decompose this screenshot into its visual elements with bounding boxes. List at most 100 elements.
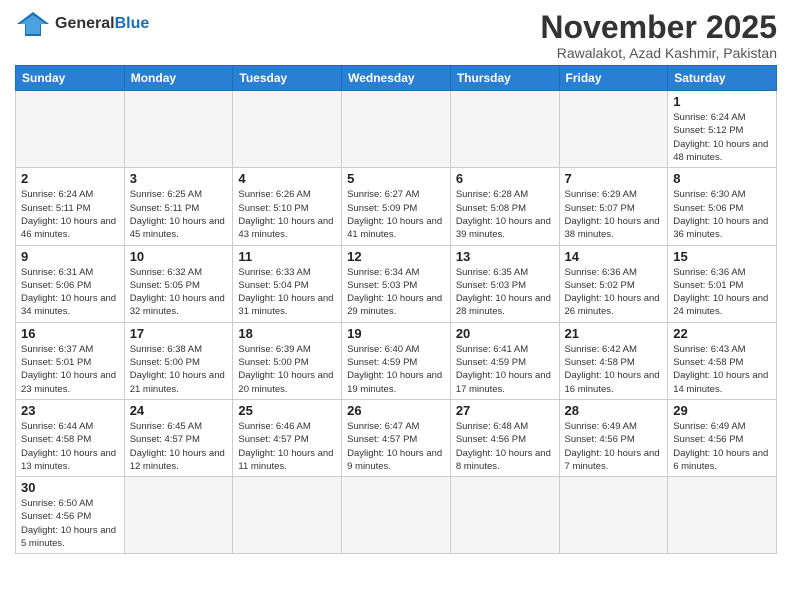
day-number: 1 <box>673 94 771 109</box>
calendar-cell: 30Sunrise: 6:50 AM Sunset: 4:56 PM Dayli… <box>16 477 125 554</box>
logo-text: GeneralBlue <box>55 15 149 33</box>
day-number: 24 <box>130 403 228 418</box>
day-number: 26 <box>347 403 445 418</box>
calendar-cell: 13Sunrise: 6:35 AM Sunset: 5:03 PM Dayli… <box>450 245 559 322</box>
day-number: 20 <box>456 326 554 341</box>
calendar-cell: 3 Sunrise: 6:25 AM Sunset: 5:11 PM Daylig… <box>124 168 233 245</box>
day-number: 11 <box>238 249 336 264</box>
calendar-week-6: 30Sunrise: 6:50 AM Sunset: 4:56 PM Dayli… <box>16 477 777 554</box>
day-number: 17 <box>130 326 228 341</box>
calendar-cell: 27Sunrise: 6:48 AM Sunset: 4:56 PM Dayli… <box>450 399 559 476</box>
calendar-cell: 26 Sunrise: 6:47 AM Sunset: 4:57 PM Dayli… <box>342 399 451 476</box>
calendar-title: November 2025 <box>540 10 777 45</box>
calendar-cell <box>559 91 668 168</box>
calendar-cell: 24Sunrise: 6:45 AM Sunset: 4:57 PM Dayli… <box>124 399 233 476</box>
page: GeneralBlue November 2025 Rawalakot, Aza… <box>0 0 792 564</box>
day-number: 22 <box>673 326 771 341</box>
logo-area: GeneralBlue <box>15 10 149 38</box>
day-info: Sunrise: 6:40 AM Sunset: 4:59 PM Dayligh… <box>347 343 445 396</box>
calendar-cell: 28 Sunrise: 6:49 AM Sunset: 4:56 PM Dayli… <box>559 399 668 476</box>
day-info: Sunrise: 6:31 AM Sunset: 5:06 PM Dayligh… <box>21 266 119 319</box>
calendar-week-5: 23Sunrise: 6:44 AM Sunset: 4:58 PM Dayli… <box>16 399 777 476</box>
calendar-cell: 11 Sunrise: 6:33 AM Sunset: 5:04 PM Dayli… <box>233 245 342 322</box>
day-number: 9 <box>21 249 119 264</box>
day-number: 10 <box>130 249 228 264</box>
calendar-week-2: 2 Sunrise: 6:24 AM Sunset: 5:11 PM Daylig… <box>16 168 777 245</box>
day-info: Sunrise: 6:37 AM Sunset: 5:01 PM Dayligh… <box>21 343 119 396</box>
calendar-cell: 1Sunrise: 6:24 AM Sunset: 5:12 PM Daylig… <box>668 91 777 168</box>
calendar-cell <box>450 91 559 168</box>
day-info: Sunrise: 6:49 AM Sunset: 4:56 PM Dayligh… <box>565 420 663 473</box>
calendar-cell: 21 Sunrise: 6:42 AM Sunset: 4:58 PM Dayli… <box>559 322 668 399</box>
calendar-cell <box>342 91 451 168</box>
day-info: Sunrise: 6:43 AM Sunset: 4:58 PM Dayligh… <box>673 343 771 396</box>
calendar-cell: 29 Sunrise: 6:49 AM Sunset: 4:56 PM Dayli… <box>668 399 777 476</box>
day-info: Sunrise: 6:38 AM Sunset: 5:00 PM Dayligh… <box>130 343 228 396</box>
day-info: Sunrise: 6:29 AM Sunset: 5:07 PM Dayligh… <box>565 188 663 241</box>
calendar-cell: 18 Sunrise: 6:39 AM Sunset: 5:00 PM Dayli… <box>233 322 342 399</box>
calendar-week-4: 16 Sunrise: 6:37 AM Sunset: 5:01 PM Dayli… <box>16 322 777 399</box>
logo-icon <box>15 10 51 38</box>
day-info: Sunrise: 6:41 AM Sunset: 4:59 PM Dayligh… <box>456 343 554 396</box>
calendar-cell: 23Sunrise: 6:44 AM Sunset: 4:58 PM Dayli… <box>16 399 125 476</box>
day-number: 16 <box>21 326 119 341</box>
calendar-week-1: 1Sunrise: 6:24 AM Sunset: 5:12 PM Daylig… <box>16 91 777 168</box>
day-info: Sunrise: 6:27 AM Sunset: 5:09 PM Dayligh… <box>347 188 445 241</box>
day-info: Sunrise: 6:25 AM Sunset: 5:11 PM Dayligh… <box>130 188 228 241</box>
day-info: Sunrise: 6:49 AM Sunset: 4:56 PM Dayligh… <box>673 420 771 473</box>
day-number: 21 <box>565 326 663 341</box>
day-info: Sunrise: 6:36 AM Sunset: 5:02 PM Dayligh… <box>565 266 663 319</box>
day-number: 3 <box>130 171 228 186</box>
day-number: 8 <box>673 171 771 186</box>
col-header-friday: Friday <box>559 66 668 91</box>
day-info: Sunrise: 6:24 AM Sunset: 5:11 PM Dayligh… <box>21 188 119 241</box>
calendar-cell: 2 Sunrise: 6:24 AM Sunset: 5:11 PM Daylig… <box>16 168 125 245</box>
day-number: 6 <box>456 171 554 186</box>
day-number: 5 <box>347 171 445 186</box>
day-info: Sunrise: 6:32 AM Sunset: 5:05 PM Dayligh… <box>130 266 228 319</box>
day-info: Sunrise: 6:35 AM Sunset: 5:03 PM Dayligh… <box>456 266 554 319</box>
day-info: Sunrise: 6:42 AM Sunset: 4:58 PM Dayligh… <box>565 343 663 396</box>
calendar-cell: 20 Sunrise: 6:41 AM Sunset: 4:59 PM Dayli… <box>450 322 559 399</box>
calendar-cell <box>233 91 342 168</box>
calendar-cell <box>124 477 233 554</box>
day-number: 4 <box>238 171 336 186</box>
day-number: 28 <box>565 403 663 418</box>
day-info: Sunrise: 6:28 AM Sunset: 5:08 PM Dayligh… <box>456 188 554 241</box>
header: GeneralBlue November 2025 Rawalakot, Aza… <box>15 10 777 61</box>
calendar-cell: 25Sunrise: 6:46 AM Sunset: 4:57 PM Dayli… <box>233 399 342 476</box>
calendar-cell <box>16 91 125 168</box>
calendar-cell: 5 Sunrise: 6:27 AM Sunset: 5:09 PM Daylig… <box>342 168 451 245</box>
day-info: Sunrise: 6:26 AM Sunset: 5:10 PM Dayligh… <box>238 188 336 241</box>
calendar-cell: 9 Sunrise: 6:31 AM Sunset: 5:06 PM Daylig… <box>16 245 125 322</box>
calendar-cell <box>124 91 233 168</box>
calendar-cell: 16 Sunrise: 6:37 AM Sunset: 5:01 PM Dayli… <box>16 322 125 399</box>
col-header-wednesday: Wednesday <box>342 66 451 91</box>
day-number: 23 <box>21 403 119 418</box>
day-number: 14 <box>565 249 663 264</box>
col-header-monday: Monday <box>124 66 233 91</box>
day-info: Sunrise: 6:33 AM Sunset: 5:04 PM Dayligh… <box>238 266 336 319</box>
day-info: Sunrise: 6:30 AM Sunset: 5:06 PM Dayligh… <box>673 188 771 241</box>
day-info: Sunrise: 6:47 AM Sunset: 4:57 PM Dayligh… <box>347 420 445 473</box>
calendar-cell: 19 Sunrise: 6:40 AM Sunset: 4:59 PM Dayli… <box>342 322 451 399</box>
day-info: Sunrise: 6:39 AM Sunset: 5:00 PM Dayligh… <box>238 343 336 396</box>
col-header-sunday: Sunday <box>16 66 125 91</box>
calendar-header-row: SundayMondayTuesdayWednesdayThursdayFrid… <box>16 66 777 91</box>
calendar-cell: 10 Sunrise: 6:32 AM Sunset: 5:05 PM Dayli… <box>124 245 233 322</box>
calendar-cell <box>668 477 777 554</box>
col-header-thursday: Thursday <box>450 66 559 91</box>
calendar-cell: 8 Sunrise: 6:30 AM Sunset: 5:06 PM Daylig… <box>668 168 777 245</box>
calendar-cell: 4 Sunrise: 6:26 AM Sunset: 5:10 PM Daylig… <box>233 168 342 245</box>
calendar-cell <box>342 477 451 554</box>
calendar-cell <box>450 477 559 554</box>
calendar-cell: 22 Sunrise: 6:43 AM Sunset: 4:58 PM Dayli… <box>668 322 777 399</box>
day-number: 18 <box>238 326 336 341</box>
day-number: 2 <box>21 171 119 186</box>
day-number: 19 <box>347 326 445 341</box>
col-header-saturday: Saturday <box>668 66 777 91</box>
day-number: 27 <box>456 403 554 418</box>
day-number: 29 <box>673 403 771 418</box>
day-info: Sunrise: 6:36 AM Sunset: 5:01 PM Dayligh… <box>673 266 771 319</box>
day-info: Sunrise: 6:46 AM Sunset: 4:57 PM Dayligh… <box>238 420 336 473</box>
